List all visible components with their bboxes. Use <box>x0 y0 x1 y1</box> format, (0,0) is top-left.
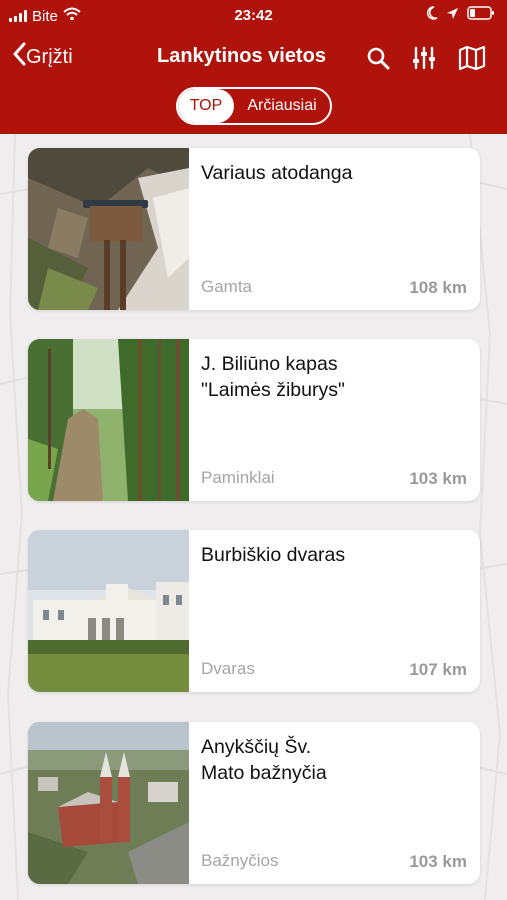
place-photo-manor <box>28 530 189 692</box>
place-category: Gamta <box>201 277 253 296</box>
back-label: Grįžti <box>26 45 73 68</box>
location-arrow-icon <box>446 7 459 24</box>
place-name: Burbiškio dvaras <box>201 544 346 566</box>
battery-icon <box>467 6 495 24</box>
tab-top[interactable]: TOP <box>178 89 234 123</box>
place-card[interactable]: Anykščių Šv. Mato bažnyčia Bažnyčios 103… <box>28 722 480 884</box>
place-photo-forest-path <box>28 339 189 501</box>
place-distance: 103 km <box>409 852 467 871</box>
place-name: J. Biliūno kapas "Laimės žiburys" <box>201 353 345 401</box>
page-title: Lankytinos vietos <box>157 45 326 67</box>
search-icon[interactable] <box>364 44 392 72</box>
moon-icon <box>426 6 438 24</box>
place-distance: 107 km <box>409 660 467 679</box>
place-photo-church <box>28 722 189 884</box>
place-card[interactable]: J. Biliūno kapas "Laimės žiburys" Pamink… <box>28 339 480 501</box>
place-category: Dvaras <box>201 659 255 678</box>
place-photo-rocky-outcrop <box>28 148 189 310</box>
tab-nearest[interactable]: Arčiausiai <box>234 89 330 123</box>
chevron-left-icon <box>12 42 26 72</box>
map-icon[interactable] <box>457 44 486 72</box>
nav-row: Grįžti Lankytinos vietos <box>0 38 507 78</box>
back-button[interactable]: Grįžti <box>12 42 73 72</box>
place-category: Paminklai <box>201 468 275 487</box>
place-distance: 103 km <box>409 469 467 488</box>
filter-sliders-icon[interactable] <box>410 44 438 72</box>
place-distance: 108 km <box>409 278 467 297</box>
place-name: Anykščių Šv. Mato bažnyčia <box>201 736 327 784</box>
header-bar: Bite 23:42 Grįžti Lankytinos vietos TOP … <box>0 0 507 134</box>
status-bar: Bite 23:42 <box>0 0 507 32</box>
place-card[interactable]: Variaus atodanga Gamta 108 km <box>28 148 480 310</box>
segmented-control: TOP Arčiausiai <box>176 87 332 125</box>
place-category: Bažnyčios <box>201 851 279 870</box>
place-card[interactable]: Burbiškio dvaras Dvaras 107 km <box>28 530 480 692</box>
place-name: Variaus atodanga <box>201 162 353 184</box>
